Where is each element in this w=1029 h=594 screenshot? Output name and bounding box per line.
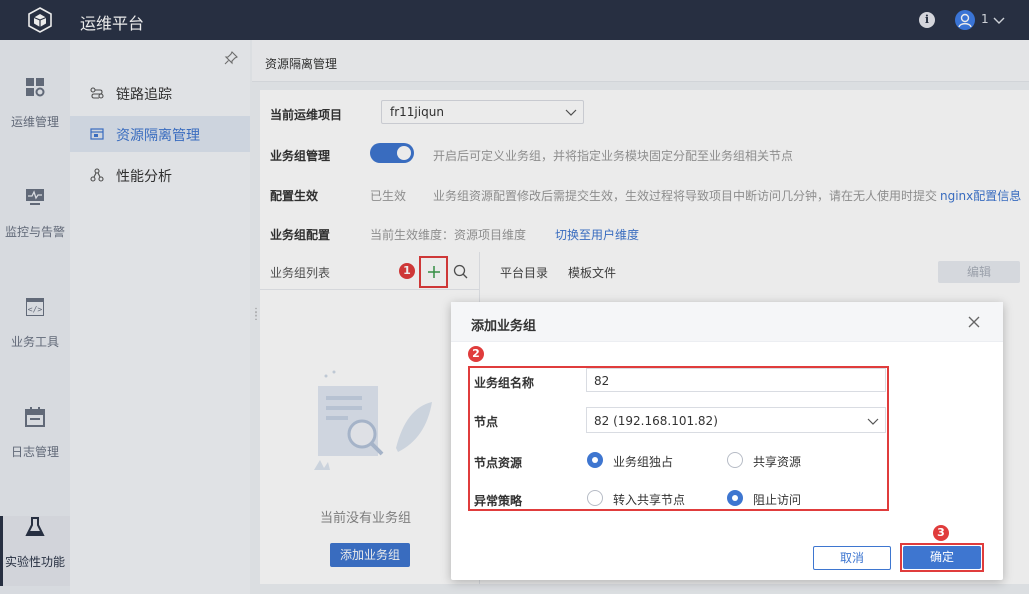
radio-shared-label[interactable]: 共享资源 <box>753 453 801 470</box>
chevron-down-icon <box>867 418 879 425</box>
radio-block-access-label[interactable]: 阻止访问 <box>753 491 801 508</box>
dialog-header: 添加业务组 <box>451 302 1003 342</box>
dialog-title: 添加业务组 <box>471 319 537 334</box>
radio-shared[interactable] <box>727 452 743 468</box>
radio-transfer-shared-label[interactable]: 转入共享节点 <box>613 491 685 508</box>
node-value: 82 (192.168.101.82) <box>594 414 718 428</box>
radio-exclusive[interactable] <box>587 452 603 468</box>
node-label: 节点 <box>474 415 499 429</box>
group-name-input[interactable]: 82 <box>586 368 886 392</box>
exception-policy-label: 异常策略 <box>474 494 523 508</box>
confirm-button[interactable]: 确定 <box>903 546 981 569</box>
step-badge-2: 2 <box>468 346 484 362</box>
radio-block-access[interactable] <box>727 490 743 506</box>
cancel-button[interactable]: 取消 <box>813 546 891 570</box>
node-resource-label: 节点资源 <box>474 456 523 470</box>
radio-exclusive-label[interactable]: 业务组独占 <box>613 453 673 470</box>
node-select[interactable]: 82 (192.168.101.82) <box>586 407 886 433</box>
step-badge-3: 3 <box>933 525 949 541</box>
group-name-value: 82 <box>594 374 610 388</box>
radio-transfer-shared[interactable] <box>587 490 603 506</box>
close-icon[interactable] <box>968 316 980 328</box>
group-name-label: 业务组名称 <box>474 376 535 390</box>
